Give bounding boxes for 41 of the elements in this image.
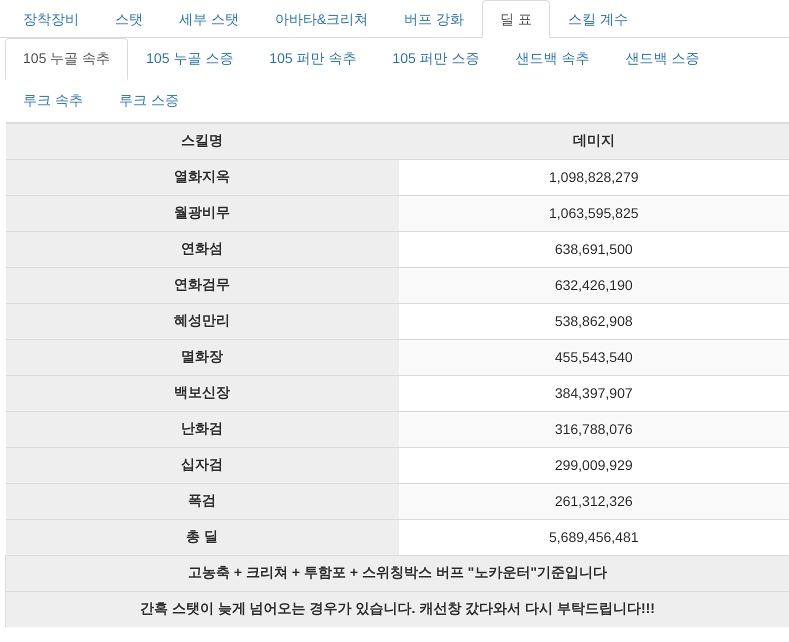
damage-cell: 261,312,326 [398, 483, 789, 519]
damage-cell: 1,063,595,825 [398, 195, 789, 231]
column-header: 데미지 [398, 123, 789, 159]
skill-name-cell: 멸화장 [6, 339, 398, 375]
skill-name-cell: 십자검 [6, 447, 398, 483]
damage-cell: 1,098,828,279 [398, 159, 789, 195]
skill-name-cell: 백보신장 [6, 375, 398, 411]
tab[interactable]: 105 누골 스증 [128, 38, 252, 80]
skill-name-cell: 폭검 [6, 483, 398, 519]
skill-name-cell: 총 딜 [6, 519, 398, 555]
skill-name-cell: 연화섬 [6, 231, 398, 267]
tab[interactable]: 105 퍼만 스증 [374, 38, 498, 80]
skill-name-cell: 난화검 [6, 411, 398, 447]
skill-name-cell: 월광비무 [6, 195, 398, 231]
tab[interactable]: 루크 속추 [5, 80, 101, 122]
damage-cell: 638,691,500 [398, 231, 789, 267]
tab[interactable]: 루크 스증 [100, 80, 197, 122]
tab[interactable]: 아바타&크리쳐 [256, 0, 386, 38]
damage-cell: 384,397,907 [398, 375, 789, 411]
note-cell: 고농축 + 크리쳐 + 투함포 + 스위칭박스 버프 "노카운터"기준입니다 [6, 555, 789, 591]
tab[interactable]: 버프 강화 [386, 0, 482, 38]
skill-name-cell: 혜성만리 [6, 303, 398, 339]
skill-name-cell: 연화검무 [6, 267, 398, 303]
tab[interactable]: 스탯 [97, 0, 161, 38]
damage-cell: 538,862,908 [398, 303, 789, 339]
tab[interactable]: 샌드백 속추 [498, 38, 608, 80]
note-cell: 간혹 스탯이 늦게 넘어오는 경우가 있습니다. 캐선창 갔다와서 다시 부탁드립니다!!! [6, 591, 789, 627]
damage-cell: 316,788,076 [398, 411, 789, 447]
column-header: 스킬명 [6, 123, 398, 159]
damage-cell: 632,426,190 [398, 267, 789, 303]
tab[interactable]: 세부 스탯 [161, 0, 257, 38]
tab[interactable]: 샌드백 스증 [607, 38, 718, 80]
tab[interactable]: 장착장비 [5, 0, 97, 38]
skill-name-cell: 열화지옥 [6, 159, 398, 195]
damage-cell: 455,543,540 [398, 339, 789, 375]
damage-cell: 5,689,456,481 [398, 519, 789, 555]
damage-cell: 299,009,929 [398, 447, 789, 483]
tab[interactable]: 105 누골 속추 [5, 38, 128, 80]
tab[interactable]: 딜 표 [482, 0, 550, 38]
tab[interactable]: 스킬 계수 [550, 0, 646, 38]
tab[interactable]: 105 퍼만 속추 [251, 38, 374, 80]
